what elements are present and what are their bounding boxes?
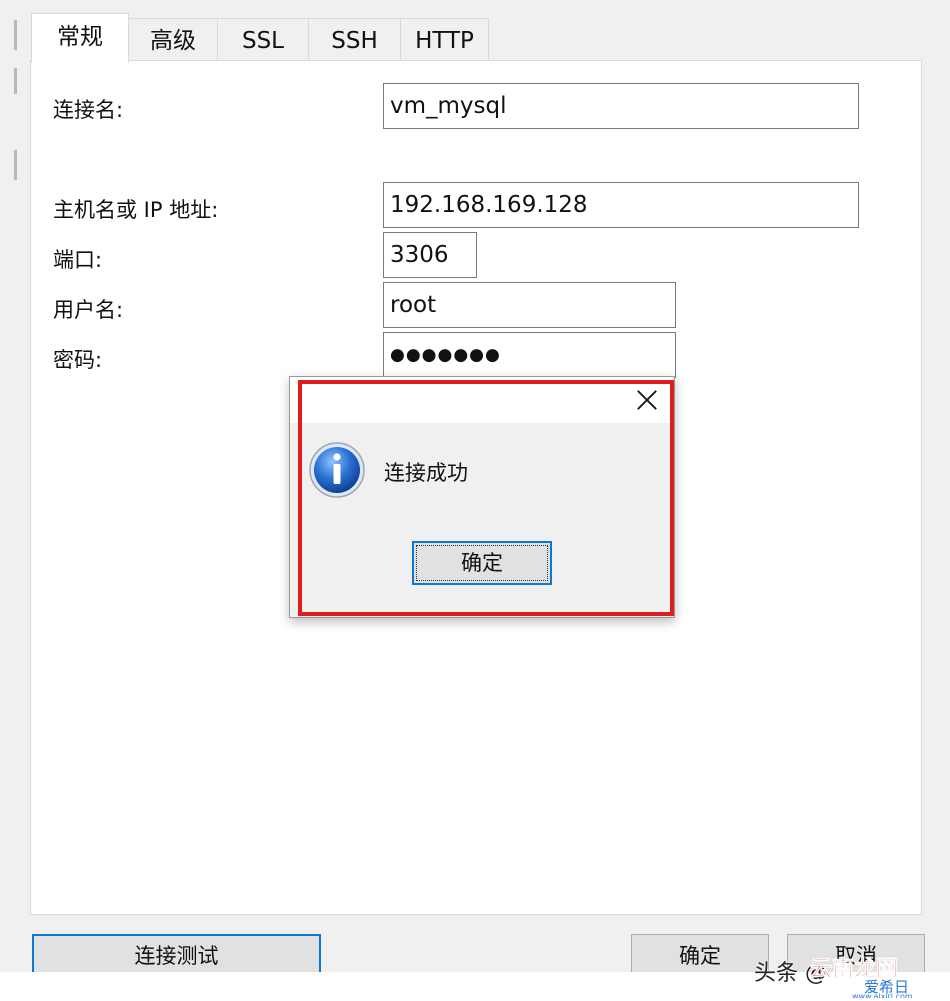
- port-label: 端口:: [53, 248, 103, 272]
- info-icon: [309, 442, 365, 498]
- host-label: 主机名或 IP 地址:: [53, 198, 219, 222]
- connection-name-input[interactable]: vm_mysql: [383, 83, 859, 129]
- username-label: 用户名:: [53, 298, 124, 322]
- connection-name-label: 连接名:: [53, 98, 124, 122]
- close-icon[interactable]: [636, 389, 658, 411]
- dialog-ok-button[interactable]: 确定: [412, 541, 552, 585]
- tab-advanced[interactable]: 高级: [128, 18, 218, 62]
- tab-ssh[interactable]: SSH: [308, 18, 401, 62]
- host-input[interactable]: 192.168.169.128: [383, 182, 859, 228]
- port-input[interactable]: 3306: [383, 232, 477, 278]
- connection-success-dialog: 连接成功 确定: [289, 376, 675, 618]
- tab-http[interactable]: HTTP: [400, 18, 489, 62]
- dialog-message: 连接成功: [384, 461, 468, 485]
- watermark-logo: 云南龙网 爱希日 www.aixiri.com: [810, 957, 913, 998]
- password-label: 密码:: [53, 348, 103, 372]
- username-input[interactable]: root: [383, 282, 676, 328]
- window-edge-marks: [0, 0, 20, 200]
- tab-general[interactable]: 常规: [31, 13, 129, 63]
- password-input[interactable]: ●●●●●●●: [383, 332, 676, 378]
- dialog-titlebar: [290, 377, 674, 423]
- tab-ssl[interactable]: SSL: [217, 18, 309, 62]
- svg-text:www.aixiri.com: www.aixiri.com: [852, 992, 913, 998]
